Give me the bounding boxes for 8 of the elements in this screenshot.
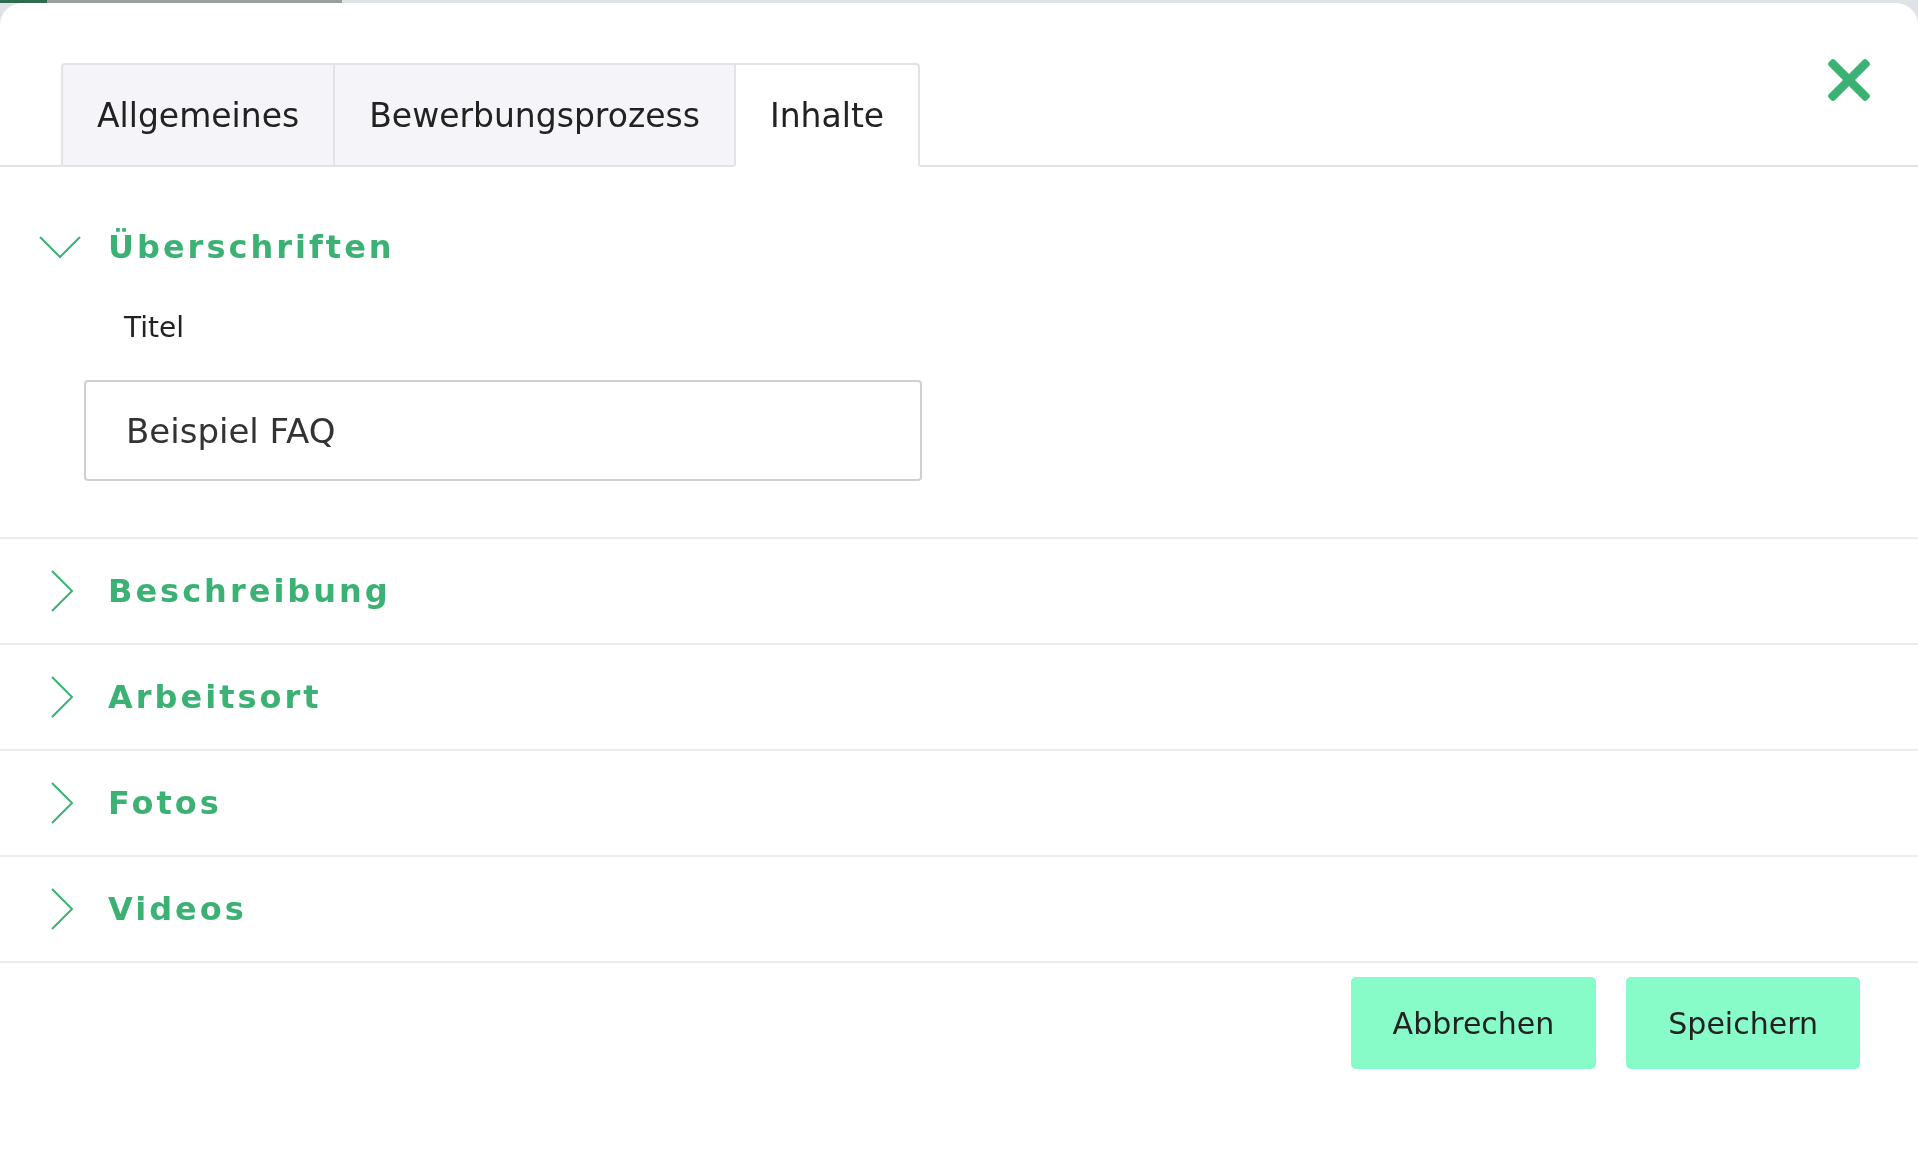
tab[interactable]: Inhalte [733, 63, 921, 167]
close-icon[interactable] [1826, 57, 1872, 103]
field-label: Titel [124, 311, 185, 344]
tab[interactable]: Allgemeines [61, 63, 334, 167]
save-button[interactable]: Speichern [1626, 977, 1860, 1069]
input-field[interactable]: Beispiel FAQ [84, 380, 922, 481]
cancel-button[interactable]: Abbrechen [1350, 977, 1597, 1069]
tab[interactable]: Bewerbungsprozess [333, 63, 734, 167]
